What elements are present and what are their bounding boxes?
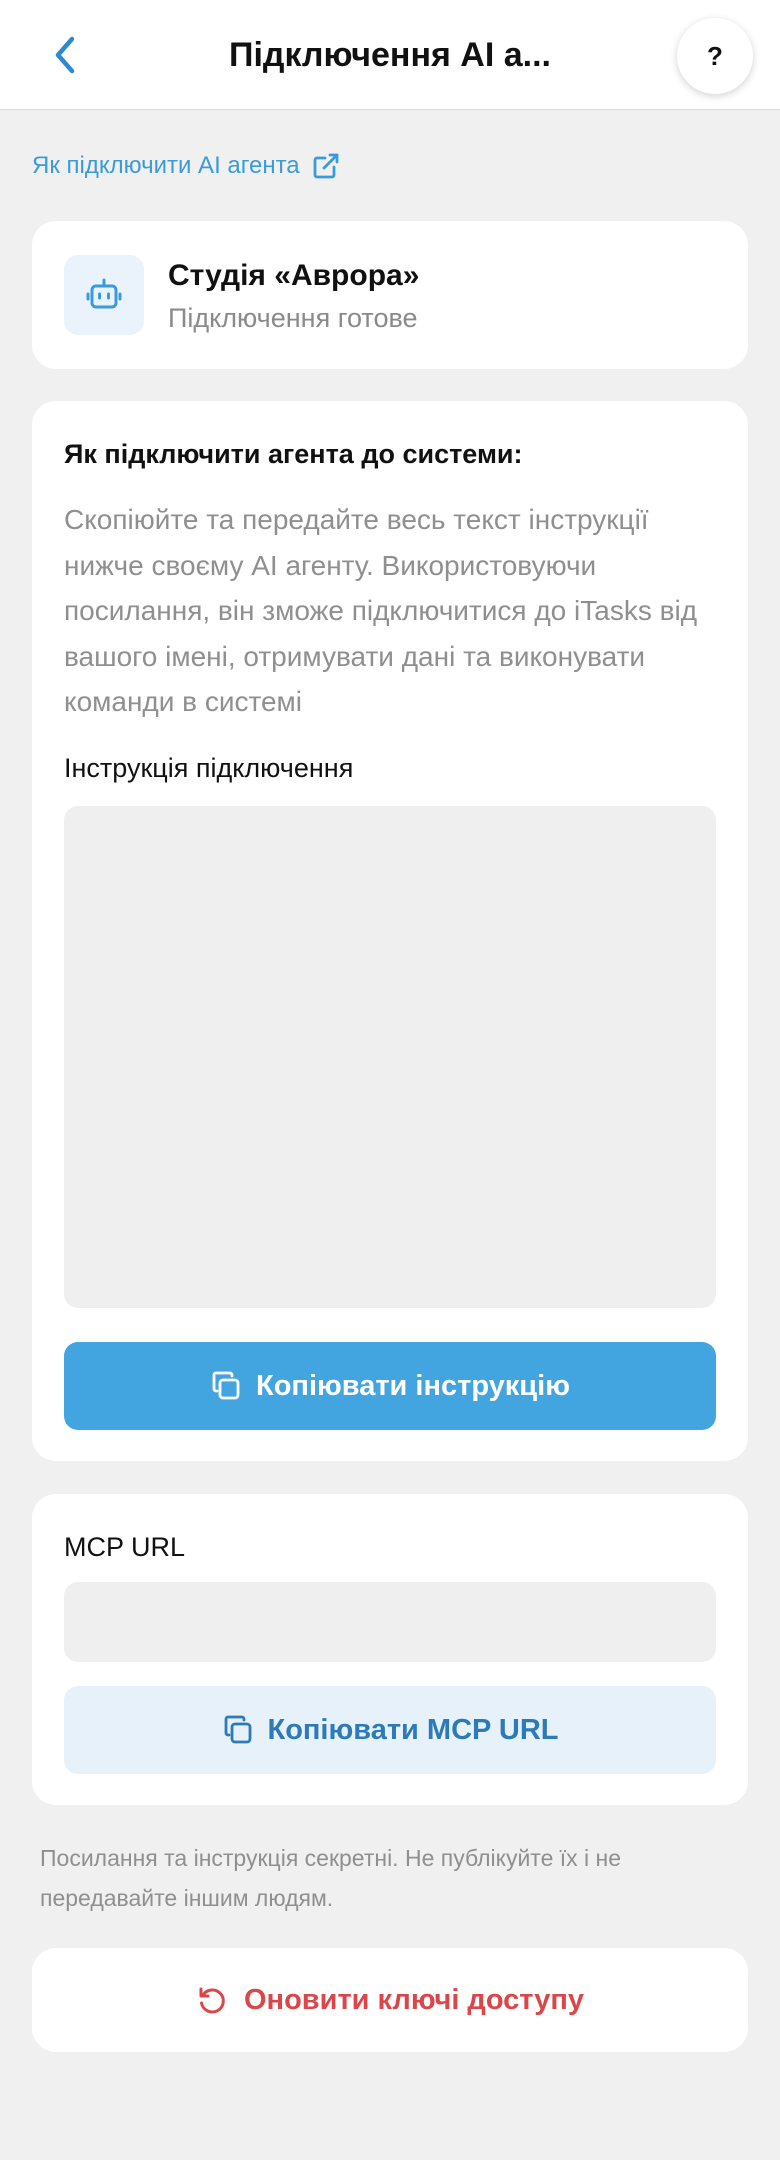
chevron-left-icon <box>55 36 75 74</box>
app-header: Підключення AI а... ? <box>0 0 780 110</box>
instructions-card: Як підключити агента до системи: Скопіюй… <box>32 401 748 1461</box>
instructions-description: Скопіюйте та передайте весь текст інстру… <box>64 504 698 717</box>
agent-avatar <box>64 255 144 335</box>
security-note: Посилання та інструкція секретні. Не пуб… <box>40 1845 622 1911</box>
help-button[interactable]: ? <box>677 18 753 94</box>
agent-status: Підключення готове <box>168 303 418 333</box>
refresh-keys-button[interactable]: Оновити ключі доступу <box>32 1948 748 2052</box>
refresh-keys-label: Оновити ключі доступу <box>244 1983 584 2016</box>
instructions-heading: Як підключити агента до системи: <box>64 439 523 469</box>
mcp-url-field[interactable] <box>64 1582 716 1662</box>
copy-icon <box>224 1715 251 1744</box>
how-to-connect-link[interactable]: Як підключити AI агента <box>32 152 340 180</box>
instructions-textarea[interactable] <box>64 806 716 1308</box>
mcp-card: MCP URL Копіювати MCP URL <box>32 1494 748 1805</box>
robot-icon <box>86 278 122 309</box>
agent-card: Студія «Аврора» Підключення готове <box>32 221 748 369</box>
instructions-field-label: Інструкція підключення <box>64 753 354 783</box>
agent-name: Студія «Аврора» <box>168 259 420 292</box>
refresh-icon <box>199 1987 225 2014</box>
page-title: Підключення AI а... <box>229 35 551 74</box>
copy-mcp-url-button[interactable]: Копіювати MCP URL <box>64 1686 716 1774</box>
mcp-url-label: MCP URL <box>64 1532 186 1562</box>
copy-mcp-url-label: Копіювати MCP URL <box>267 1713 559 1746</box>
how-to-connect-link-label: Як підключити AI агента <box>32 152 300 179</box>
external-link-icon <box>313 153 339 179</box>
copy-icon <box>212 1371 240 1400</box>
back-button[interactable] <box>40 30 90 80</box>
copy-instructions-label: Копіювати інструкцію <box>256 1369 570 1402</box>
copy-instructions-button[interactable]: Копіювати інструкцію <box>64 1342 716 1430</box>
